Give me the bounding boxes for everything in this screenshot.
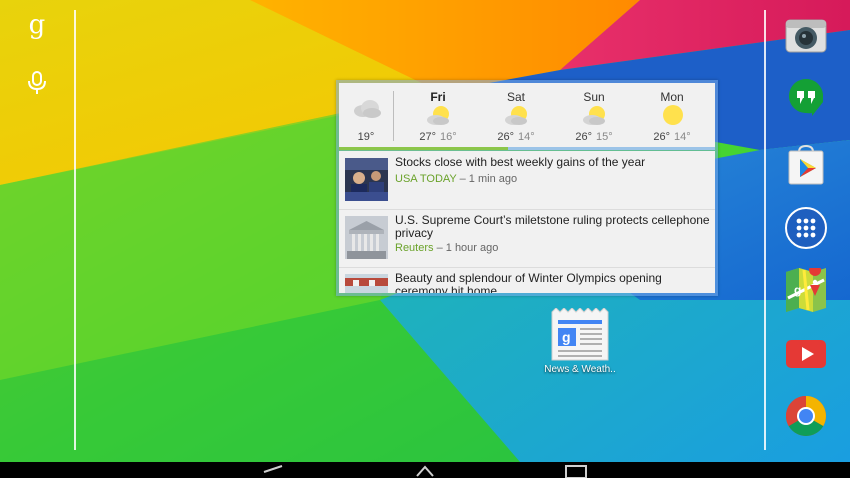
partly-cloudy-icon (427, 106, 449, 125)
news-story[interactable]: Beauty and splendour of Winter Olympics … (339, 267, 715, 293)
play-store-icon[interactable] (784, 142, 828, 186)
day-name: Fri (430, 90, 446, 104)
story-source: Reuters (395, 242, 434, 254)
chrome-icon[interactable] (784, 394, 828, 438)
recent-apps-icon[interactable] (564, 464, 588, 478)
day-temps: 26° 14° (477, 131, 555, 143)
maps-icon[interactable]: g (784, 264, 828, 312)
story-thumbnail (345, 274, 388, 293)
story-headline: U.S. Supreme Court’s miletstone ruling p… (395, 213, 710, 240)
divider-left (74, 10, 76, 450)
google-search-icon[interactable]: g (22, 10, 52, 40)
story-headline: Beauty and splendour of Winter Olympics … (395, 271, 662, 294)
current-weather[interactable]: 19° (339, 83, 393, 147)
cloudy-icon (354, 100, 381, 118)
story-time: – 1 min ago (459, 173, 518, 185)
low-temp: 16° (440, 131, 457, 143)
story-source: USA TODAY (395, 173, 457, 185)
partly-cloudy-icon (505, 106, 527, 125)
partly-cloudy-icon (583, 106, 605, 125)
news-story[interactable]: U.S. Supreme Court’s miletstone ruling p… (339, 209, 715, 268)
forecast-day[interactable]: Mon 26° 14° (633, 83, 711, 147)
day-name: Mon (660, 90, 684, 104)
app-drawer-icon[interactable] (784, 206, 828, 250)
news-list[interactable]: Stocks close with best weekly gains of t… (339, 151, 715, 293)
forecast-day[interactable]: Sun 26° 15° (555, 83, 633, 147)
microphone-icon[interactable] (24, 68, 50, 98)
high-temp: 26° (575, 131, 592, 143)
weather-divider (393, 91, 394, 141)
camera-icon[interactable] (784, 14, 828, 58)
widget-tab-indicator (339, 147, 715, 150)
svg-text:g: g (794, 283, 801, 297)
day-temps: 26° 14° (633, 131, 711, 143)
low-temp: 15° (596, 131, 613, 143)
youtube-icon[interactable] (784, 332, 828, 376)
svg-text:g: g (562, 329, 571, 345)
forecast-day[interactable]: Fri 27° 16° (399, 83, 477, 147)
search-bar: g (0, 0, 76, 462)
story-thumbnail (345, 216, 388, 259)
story-headline: Stocks close with best weekly gains of t… (395, 155, 646, 169)
news-weather-widget[interactable]: 19° Fri 27° 16° Sat 26° 14° Sun 26° 15° … (336, 80, 718, 296)
high-temp: 26° (497, 131, 514, 143)
day-name: Sat (506, 90, 525, 104)
navigation-bar (0, 462, 850, 478)
forecast-day[interactable]: Sat 26° 14° (477, 83, 555, 147)
back-icon[interactable] (262, 464, 284, 478)
news-story[interactable]: Stocks close with best weekly gains of t… (339, 151, 715, 210)
story-time: – 1 hour ago (436, 242, 499, 254)
day-temps: 26° 15° (555, 131, 633, 143)
hangouts-icon[interactable] (784, 76, 828, 120)
low-temp: 14° (518, 131, 535, 143)
story-meta: Reuters – 1 hour ago (395, 242, 498, 254)
current-temp: 19° (357, 131, 375, 143)
day-name: Sun (583, 90, 605, 104)
weather-panel[interactable]: 19° Fri 27° 16° Sat 26° 14° Sun 26° 15° … (339, 83, 715, 147)
story-meta: USA TODAY – 1 min ago (395, 173, 517, 185)
low-temp: 14° (674, 131, 691, 143)
high-temp: 26° (653, 131, 670, 143)
news-weather-app-label: News & Weath.. (544, 364, 616, 375)
story-thumbnail (345, 158, 388, 201)
sunny-icon (663, 105, 683, 125)
day-temps: 27° 16° (399, 131, 477, 143)
divider-right (764, 10, 766, 450)
home-icon[interactable] (415, 464, 435, 478)
high-temp: 27° (419, 131, 436, 143)
